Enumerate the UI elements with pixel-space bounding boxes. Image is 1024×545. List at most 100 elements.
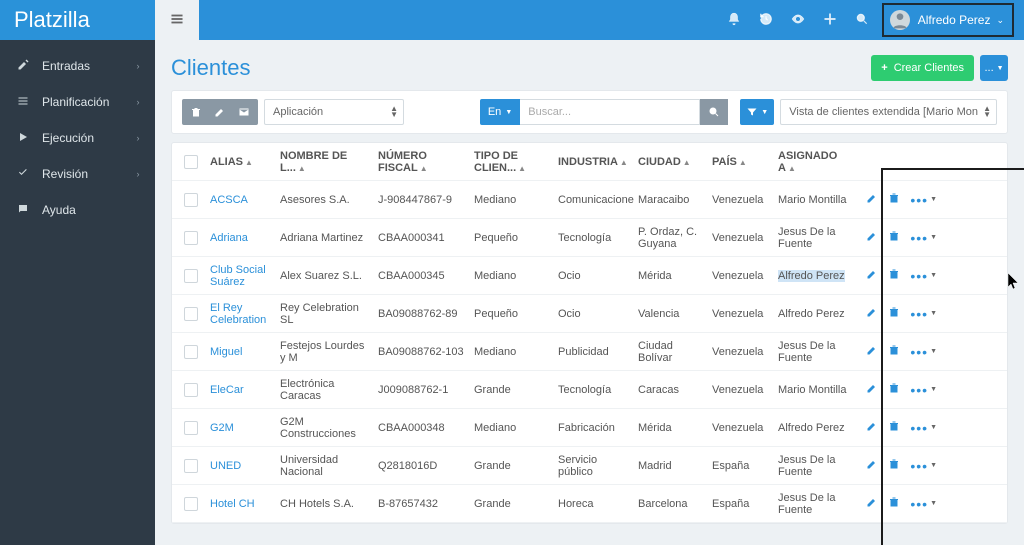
nav-item-ejecucion[interactable]: Ejecución › (0, 120, 155, 156)
row-more-icon[interactable]: •••▼ (910, 230, 938, 246)
row-edit-icon[interactable] (866, 306, 878, 321)
menu-toggle[interactable] (155, 0, 199, 40)
col-alias[interactable]: ALIAS▲ (206, 154, 276, 170)
checkbox[interactable] (184, 307, 198, 321)
row-delete-icon[interactable] (888, 192, 900, 207)
page-header: Clientes + Crear Clientes ... ▼ (171, 46, 1008, 90)
row-delete-icon[interactable] (888, 420, 900, 435)
cell-asignado: Mario Montilla (774, 192, 854, 208)
history-icon[interactable] (750, 12, 782, 29)
row-more-icon[interactable]: •••▼ (910, 306, 938, 322)
table-row: MiguelFestejos Lourdes y MBA09088762-103… (172, 333, 1007, 371)
row-delete-icon[interactable] (888, 306, 900, 321)
view-select-label: Vista de clientes extendida [Mario Mon (789, 106, 978, 118)
plus-icon[interactable] (814, 12, 846, 29)
row-delete-icon[interactable] (888, 458, 900, 473)
row-delete-icon[interactable] (888, 268, 900, 283)
row-more-icon[interactable]: •••▼ (910, 382, 938, 398)
alias-link[interactable]: El Rey Celebration (210, 302, 266, 326)
row-edit-icon[interactable] (866, 268, 878, 283)
col-tipo[interactable]: TIPO DE CLIEN...▲ (470, 148, 554, 176)
row-more-icon[interactable]: •••▼ (910, 458, 938, 474)
search-input[interactable] (520, 99, 700, 125)
more-actions-button[interactable]: ... ▼ (980, 55, 1008, 81)
col-fiscal[interactable]: NÚMERO FISCAL▲ (374, 148, 470, 176)
checkbox[interactable] (184, 345, 198, 359)
nav-item-entradas[interactable]: Entradas › (0, 48, 155, 84)
nav-item-revision[interactable]: Revisión › (0, 156, 155, 192)
alias-link[interactable]: Club Social Suárez (210, 264, 266, 288)
create-button[interactable]: + Crear Clientes (871, 55, 974, 81)
col-ciudad[interactable]: CIUDAD▲ (634, 154, 708, 170)
search-icon[interactable] (846, 12, 878, 29)
chevron-right-icon: › (131, 131, 145, 145)
col-nombre[interactable]: NOMBRE DE L...▲ (276, 148, 374, 176)
alias-link[interactable]: Hotel CH (210, 498, 255, 510)
checkbox[interactable] (184, 421, 198, 435)
checkbox-all[interactable] (184, 155, 198, 169)
checkbox[interactable] (184, 269, 198, 283)
row-edit-icon[interactable] (866, 496, 878, 511)
cell-tipo: Pequeño (470, 230, 554, 246)
row-edit-icon[interactable] (866, 230, 878, 245)
col-asignado[interactable]: ASIGNADO A▲ (774, 148, 854, 176)
cell-tipo: Grande (470, 458, 554, 474)
checkbox[interactable] (184, 497, 198, 511)
cell-industria: Fabricación (554, 420, 634, 436)
checkbox[interactable] (184, 459, 198, 473)
row-edit-icon[interactable] (866, 420, 878, 435)
col-industria[interactable]: INDUSTRIA▲ (554, 154, 634, 170)
alias-link[interactable]: Adriana (210, 232, 248, 244)
updown-icon: ▲▼ (983, 106, 991, 118)
nav: Entradas › Planificación › Ejecución › (0, 40, 155, 228)
chevron-down-icon: ⌄ (996, 15, 1004, 26)
checkbox[interactable] (184, 383, 198, 397)
row-delete-icon[interactable] (888, 344, 900, 359)
chevron-right-icon: › (131, 167, 145, 181)
col-pais[interactable]: PAÍS▲ (708, 154, 774, 170)
user-menu[interactable]: Alfredo Perez ⌄ (882, 3, 1014, 37)
search-button[interactable] (700, 99, 728, 125)
table-row: G2MG2M ConstruccionesCBAA000348MedianoFa… (172, 409, 1007, 447)
app-select[interactable]: Aplicación ▲▼ (264, 99, 404, 125)
brand-logo: Platzilla (0, 0, 155, 40)
row-edit-icon[interactable] (866, 344, 878, 359)
table-row: ACSCAAsesores S.A.J-908447867-9MedianoCo… (172, 181, 1007, 219)
row-edit-icon[interactable] (866, 382, 878, 397)
eye-icon[interactable] (782, 12, 814, 29)
row-delete-icon[interactable] (888, 230, 900, 245)
row-delete-icon[interactable] (888, 496, 900, 511)
alias-link[interactable]: Miguel (210, 346, 242, 358)
row-delete-icon[interactable] (888, 382, 900, 397)
row-more-icon[interactable]: •••▼ (910, 344, 938, 360)
alias-link[interactable]: ACSCA (210, 194, 248, 206)
cell-pais: Venezuela (708, 230, 774, 246)
view-select[interactable]: Vista de clientes extendida [Mario Mon ▲… (780, 99, 997, 125)
alias-link[interactable]: EleCar (210, 384, 244, 396)
filter-button[interactable]: ▼ (740, 99, 774, 125)
cell-tipo: Grande (470, 382, 554, 398)
nav-item-planificacion[interactable]: Planificación › (0, 84, 155, 120)
lang-button[interactable]: En ▼ (480, 99, 520, 125)
sidebar: Platzilla Entradas › Planificación › (0, 0, 155, 545)
row-more-icon[interactable]: •••▼ (910, 420, 938, 436)
mail-button[interactable] (230, 99, 258, 125)
row-more-icon[interactable]: •••▼ (910, 268, 938, 284)
cell-pais: España (708, 458, 774, 474)
alias-link[interactable]: G2M (210, 422, 234, 434)
cell-fiscal: Q2818016D (374, 458, 470, 474)
cell-asignado: Mario Montilla (774, 382, 854, 398)
row-edit-icon[interactable] (866, 192, 878, 207)
row-more-icon[interactable]: •••▼ (910, 192, 938, 208)
cell-asignado: Alfredo Perez (774, 306, 854, 322)
bell-icon[interactable] (718, 12, 750, 29)
nav-item-ayuda[interactable]: Ayuda (0, 192, 155, 228)
alias-link[interactable]: UNED (210, 460, 241, 472)
cell-industria: Publicidad (554, 344, 634, 360)
checkbox[interactable] (184, 231, 198, 245)
checkbox[interactable] (184, 193, 198, 207)
row-edit-icon[interactable] (866, 458, 878, 473)
row-more-icon[interactable]: •••▼ (910, 496, 938, 512)
cell-fiscal: B-87657432 (374, 496, 470, 512)
cell-industria: Comunicaciones (554, 192, 634, 208)
